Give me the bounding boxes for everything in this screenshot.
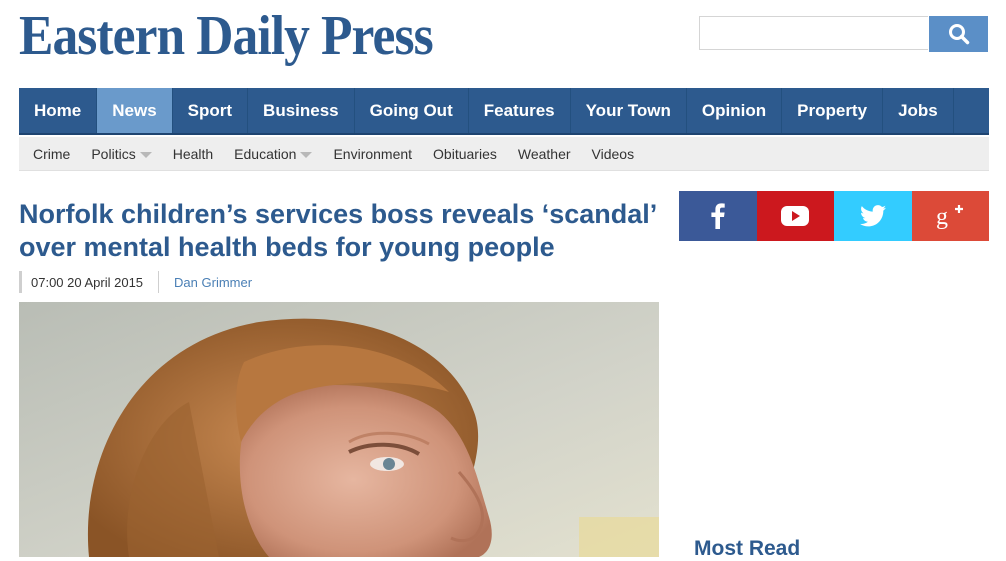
nav-sport[interactable]: Sport: [173, 88, 249, 133]
portrait-image: [19, 302, 659, 557]
nav-features[interactable]: Features: [469, 88, 571, 133]
subnav-videos[interactable]: Videos: [578, 146, 642, 162]
svg-text:g: g: [936, 204, 948, 229]
google-plus-button[interactable]: g: [911, 191, 989, 241]
youtube-icon: [781, 206, 810, 226]
article-date: 07:00 20 April 2015: [31, 274, 144, 290]
google-plus-icon: g: [936, 204, 964, 229]
twitter-button[interactable]: [834, 191, 912, 241]
nav-jobs[interactable]: Jobs: [883, 88, 954, 133]
subnav-label: Videos: [591, 145, 635, 162]
facebook-icon: [711, 203, 725, 229]
nav-home[interactable]: Home: [19, 88, 98, 133]
search-input[interactable]: [699, 16, 928, 50]
nav-business[interactable]: Business: [248, 88, 355, 133]
nav-news[interactable]: News: [97, 88, 173, 133]
subnav-label: Obituaries: [433, 145, 497, 162]
meta-divider: [158, 271, 160, 293]
subnav-obituaries[interactable]: Obituaries: [419, 146, 504, 162]
main-nav: Home News Sport Business Going Out Featu…: [19, 88, 989, 135]
subnav-weather[interactable]: Weather: [504, 146, 578, 162]
nav-property[interactable]: Property: [782, 88, 884, 133]
article-meta: 07:00 20 April 2015 Dan Grimmer: [19, 271, 252, 293]
nav-going-out[interactable]: Going Out: [355, 88, 469, 133]
search-icon: [948, 24, 969, 45]
subnav-label: Environment: [333, 145, 413, 162]
article-headline: Norfolk children’s services boss reveals…: [19, 199, 656, 262]
subnav-environment[interactable]: Environment: [319, 146, 419, 162]
subnav-politics[interactable]: Politics: [77, 146, 158, 162]
subnav-crime[interactable]: Crime: [19, 146, 77, 162]
twitter-icon: [859, 205, 886, 227]
subnav-health[interactable]: Health: [159, 146, 220, 162]
facebook-button[interactable]: [679, 191, 757, 241]
site-logo[interactable]: Eastern Daily Press: [19, 4, 434, 68]
youtube-button[interactable]: [756, 191, 834, 241]
chevron-down-icon: [139, 151, 152, 158]
subnav-label: Politics: [91, 145, 136, 162]
chevron-down-icon: [300, 151, 313, 158]
article-author-link[interactable]: Dan Grimmer: [174, 275, 252, 290]
subnav-education[interactable]: Education: [220, 146, 319, 162]
subnav-label: Weather: [517, 145, 571, 162]
most-read-heading: Most Read: [694, 537, 801, 560]
search-bar: [699, 16, 989, 52]
subnav-label: Health: [172, 145, 214, 162]
social-links: g: [679, 191, 989, 241]
nav-your-town[interactable]: Your Town: [571, 88, 687, 133]
article-photo: [19, 302, 659, 557]
meta-divider: [19, 271, 22, 293]
nav-opinion[interactable]: Opinion: [687, 88, 783, 133]
subnav-label: Crime: [33, 145, 71, 162]
search-button[interactable]: [929, 16, 988, 52]
sub-nav: Crime Politics Health Education Environm…: [19, 137, 989, 171]
subnav-label: Education: [234, 145, 297, 162]
